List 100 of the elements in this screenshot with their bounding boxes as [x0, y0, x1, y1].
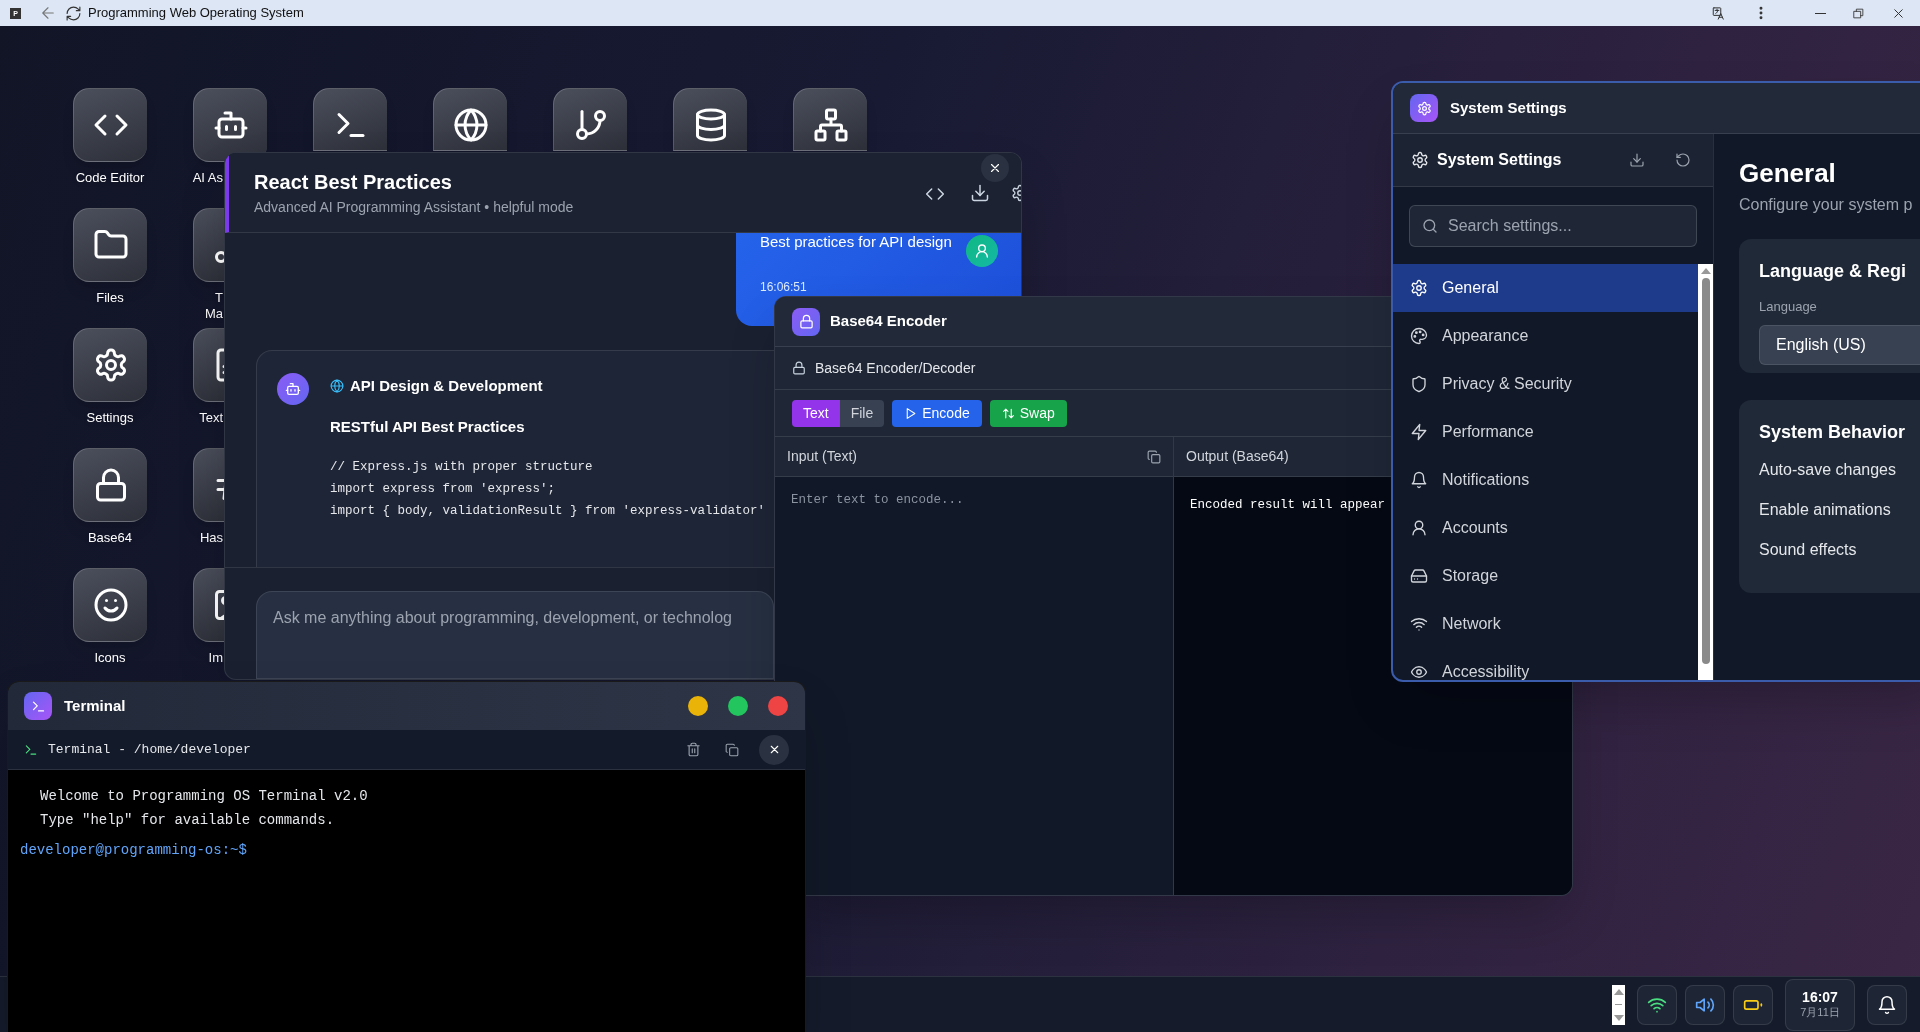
icon-label: Has	[198, 530, 223, 546]
settings-nav-item[interactable]: General	[1393, 264, 1698, 312]
globe-icon	[452, 107, 489, 143]
download-icon	[970, 183, 990, 203]
app-shortcut[interactable]	[73, 328, 147, 402]
robot-icon	[285, 381, 301, 397]
mode-tab[interactable]: Text	[792, 399, 840, 427]
battery-button[interactable]	[1733, 984, 1773, 1025]
window-title: Base64 Encoder	[830, 311, 947, 332]
translate-button[interactable]	[1712, 5, 1727, 21]
close-button[interactable]	[981, 154, 1009, 182]
settings-nav-item[interactable]: Performance	[1393, 408, 1698, 456]
app-shortcut[interactable]	[673, 88, 747, 151]
eye-icon	[1410, 663, 1428, 680]
icon-label: Text	[198, 410, 223, 426]
gear-icon	[1416, 100, 1432, 116]
app-shortcut[interactable]	[193, 568, 224, 642]
app-shortcut[interactable]	[313, 88, 387, 151]
icon-label: Icons	[93, 650, 127, 666]
minimize-icon	[1815, 12, 1826, 14]
copy-button[interactable]	[725, 742, 739, 757]
page-subtitle: Configure your system p	[1739, 195, 1914, 215]
scrollbar[interactable]	[1698, 264, 1713, 680]
close-button[interactable]	[759, 734, 789, 765]
app-shortcut[interactable]	[793, 88, 867, 151]
message-input[interactable]: Ask me anything about programming, development, or technolog	[256, 591, 774, 679]
language-select[interactable]: English (US)	[1759, 324, 1920, 365]
clock-time: 16:07	[1802, 988, 1838, 1007]
clear-button[interactable]	[686, 742, 701, 757]
icon-label: Im	[207, 650, 223, 666]
reload-button[interactable]	[65, 4, 82, 22]
reload-icon	[65, 4, 82, 22]
sidebar-title: System Settings	[1437, 150, 1562, 170]
lock-icon	[792, 361, 806, 375]
input-field[interactable]: Enter text to encode...	[775, 477, 1173, 680]
smiley-icon	[92, 587, 129, 623]
scroll-arrows-icon[interactable]	[1612, 984, 1625, 1025]
lightning-icon	[1410, 423, 1428, 441]
option-label: Enable animations	[1759, 500, 1892, 520]
prompt-icon	[24, 742, 38, 757]
app-shortcut[interactable]	[193, 328, 224, 402]
trash-icon	[686, 742, 701, 757]
restore-button[interactable]	[1852, 6, 1865, 20]
gear-icon	[1411, 151, 1429, 169]
settings-nav-item[interactable]: Appearance	[1393, 312, 1698, 360]
settings-nav-item[interactable]: Storage	[1393, 552, 1698, 600]
option-label: Auto-save changes	[1759, 460, 1897, 480]
app-shortcut[interactable]	[73, 208, 147, 282]
reset-button[interactable]	[1675, 152, 1691, 168]
app-shortcut[interactable]	[193, 208, 224, 282]
settings-nav-item[interactable]: Network	[1393, 600, 1698, 648]
app-shortcut[interactable]	[553, 88, 627, 151]
settings-nav-item[interactable]: Accessibility	[1393, 648, 1698, 680]
notifications-button[interactable]	[1867, 984, 1907, 1025]
field-label: Language	[1759, 298, 1818, 316]
back-button[interactable]	[39, 4, 57, 22]
settings-nav-item[interactable]: Privacy & Security	[1393, 360, 1698, 408]
app-shortcut[interactable]	[193, 88, 267, 162]
encode-button[interactable]: Encode	[892, 399, 982, 427]
person-icon	[974, 243, 990, 259]
icon-label: Settings	[85, 410, 135, 426]
icon-label: Files	[95, 290, 125, 306]
window-title: Terminal	[64, 695, 126, 716]
close-icon	[988, 161, 1002, 175]
clock-button[interactable]: 16:07 7月11日	[1785, 978, 1855, 1031]
window-title: System Settings	[1450, 97, 1567, 118]
code-line: // Express.js with proper structure	[330, 459, 593, 476]
copy-button[interactable]	[1147, 449, 1161, 464]
message-topic: API Design & Development	[350, 376, 543, 396]
settings-nav-item[interactable]: Notifications	[1393, 456, 1698, 504]
icon-label: Code Editor	[74, 170, 146, 186]
mode-tab[interactable]: File	[839, 399, 885, 427]
icon-label: Base64	[86, 530, 134, 546]
search-icon	[1422, 217, 1438, 234]
search-input[interactable]: Search settings...	[1448, 213, 1696, 238]
chat-title: React Best Practices	[254, 170, 452, 195]
terminal-output-line: Type "help" for available commands.	[39, 811, 336, 830]
app-shortcut[interactable]	[73, 568, 147, 642]
copy-icon	[725, 742, 739, 757]
app-shortcut[interactable]	[73, 88, 147, 162]
download-button[interactable]	[970, 183, 990, 203]
minimize-button[interactable]	[688, 696, 708, 716]
maximize-button[interactable]	[728, 696, 748, 716]
window-title: Programming Web Operating System	[88, 4, 304, 23]
app-shortcut[interactable]	[73, 448, 147, 522]
export-button[interactable]	[1629, 152, 1645, 168]
app-shortcut[interactable]	[193, 448, 224, 522]
volume-button[interactable]	[1685, 984, 1725, 1025]
app-shortcut[interactable]	[433, 88, 507, 151]
shield-icon	[1410, 375, 1428, 393]
output-text: Encoded result will appear	[1190, 498, 1386, 512]
prompt-icon	[30, 698, 46, 714]
play-icon	[904, 406, 918, 420]
tool-subtitle: Base64 Encoder/Decoder	[815, 358, 976, 378]
page-title: General	[1739, 157, 1837, 190]
wifi-button[interactable]	[1637, 984, 1677, 1025]
chat-subtitle: Advanced AI Programming Assistant • helpful mode	[254, 198, 574, 217]
settings-nav-item[interactable]: Accounts	[1393, 504, 1698, 552]
search-field[interactable]: Search settings...	[1409, 204, 1697, 247]
translate-icon	[1712, 5, 1727, 21]
